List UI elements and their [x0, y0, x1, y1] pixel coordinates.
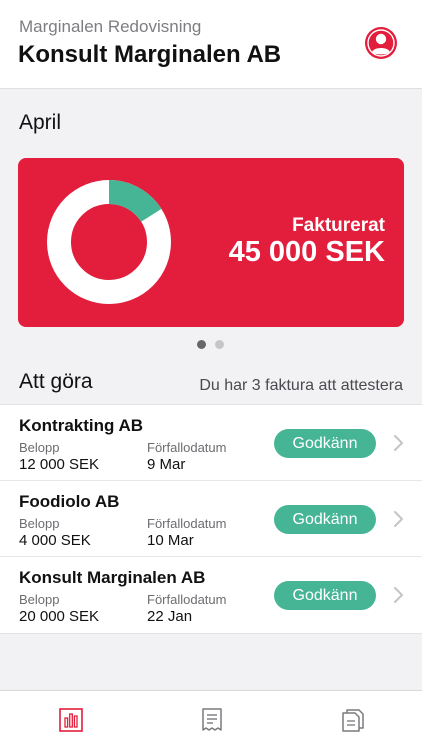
chevron-right-icon[interactable] — [393, 434, 405, 452]
page-dot-2[interactable] — [215, 340, 224, 349]
amount-label: Belopp — [19, 592, 60, 607]
month-heading: April — [19, 111, 62, 134]
invoice-company: Foodiolo AB — [19, 492, 120, 511]
invoice-amount: 12 000 SEK — [19, 456, 100, 473]
page-dot-1[interactable] — [197, 340, 206, 349]
invoiced-summary-card[interactable]: Fakturerat 45 000 SEK — [18, 158, 404, 327]
invoiced-amount: 45 000 SEK — [228, 236, 385, 268]
chevron-right-icon[interactable] — [393, 510, 405, 528]
user-circle-icon[interactable] — [364, 26, 398, 60]
invoiced-label: Fakturerat — [292, 215, 385, 236]
approve-button[interactable]: Godkänn — [274, 581, 376, 610]
tab-bar — [0, 690, 422, 750]
invoice-amount: 4 000 SEK — [19, 532, 91, 549]
due-date-label: Förfallodatum — [147, 592, 227, 607]
todo-summary: Du har 3 faktura att attestera — [199, 377, 403, 394]
amount-label: Belopp — [19, 440, 60, 455]
invoice-company: Konsult Marginalen AB — [19, 568, 206, 587]
approve-button[interactable]: Godkänn — [274, 429, 376, 458]
documents-icon[interactable] — [339, 707, 365, 733]
due-date-label: Förfallodatum — [147, 516, 227, 531]
chevron-right-icon[interactable] — [393, 586, 405, 604]
amount-label: Belopp — [19, 516, 60, 531]
invoice-due-date: 10 Mar — [147, 532, 194, 549]
invoice-due-date: 22 Jan — [147, 608, 193, 625]
invoice-due-date: 9 Mar — [147, 456, 186, 473]
bar-chart-icon[interactable] — [58, 707, 84, 733]
receipt-icon[interactable] — [199, 707, 225, 733]
app-header: Marginalen Redovisning Konsult Marginale… — [0, 0, 422, 89]
invoice-row[interactable]: Foodiolo AB Belopp 4 000 SEK Förfallodat… — [0, 481, 422, 557]
invoice-row[interactable]: Kontrakting AB Belopp 12 000 SEK Förfall… — [0, 405, 422, 481]
invoice-list: Kontrakting AB Belopp 12 000 SEK Förfall… — [0, 404, 422, 634]
invoice-amount: 20 000 SEK — [19, 608, 100, 625]
company-title[interactable]: Konsult Marginalen AB — [18, 41, 281, 69]
approve-button[interactable]: Godkänn — [274, 505, 376, 534]
invoice-company: Kontrakting AB — [19, 416, 144, 435]
company-group-subtitle: Marginalen Redovisning — [19, 17, 202, 36]
todo-heading: Att göra — [19, 370, 93, 393]
invoice-row[interactable]: Konsult Marginalen AB Belopp 20 000 SEK … — [0, 557, 422, 633]
due-date-label: Förfallodatum — [147, 440, 227, 455]
invoiced-donut-chart — [47, 180, 171, 304]
